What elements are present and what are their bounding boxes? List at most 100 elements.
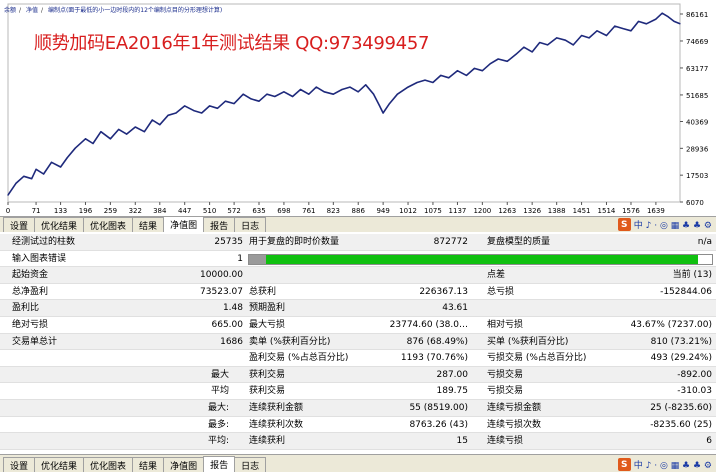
equity-point: [388, 102, 391, 105]
equity-point: [209, 105, 211, 107]
bottom-ime-logo-icon[interactable]: S: [617, 458, 631, 471]
tab-journal[interactable]: 日志: [234, 217, 267, 232]
report-label: 总获利: [249, 286, 277, 297]
x-tick-label: 447: [178, 207, 191, 215]
equity-point: [489, 63, 491, 65]
tab-results[interactable]: 结果: [132, 217, 165, 232]
report-value: 810 (73.21%): [650, 336, 712, 347]
y-tick-label: 74669: [686, 38, 708, 46]
x-tick-label: 949: [376, 207, 389, 215]
tab-equity-graph[interactable]: 净值图: [163, 216, 205, 232]
equity-point: [679, 23, 681, 25]
ime-toolbar: S 中 ♪ · ◎ ▦ ♣ ♣ ⚙: [617, 217, 716, 232]
bottom-tab-settings[interactable]: 设置: [3, 457, 36, 472]
report-label: 连续获利金额: [249, 403, 304, 413]
x-tick-label: 1388: [548, 207, 566, 215]
report-row: 最大 获利交易 287.00 亏损交易 -892.00: [0, 366, 716, 384]
equity-point: [216, 107, 219, 109]
bottom-tab-results[interactable]: 结果: [132, 457, 165, 472]
legend-item-note: 编制点(面于最低的小一边时段内的12个编制点目的分形理想计算): [47, 7, 223, 14]
equity-point: [283, 91, 285, 93]
equity-point: [341, 88, 343, 91]
report-row: 最多: 连续获利次数 8763.26 (43) 连续亏损次数 -8235.60 (25): [0, 417, 716, 434]
report-value: 1: [237, 253, 243, 264]
progress-fill: [266, 254, 699, 264]
report-label: 获利交易: [249, 369, 286, 380]
equity-point: [23, 175, 25, 177]
equity-point: [134, 126, 136, 128]
report-table: 经测试过的柱数 25735 用于复盘的即时价数量 872772 复盘模型的质量 n/a 输入…: [0, 234, 716, 452]
equity-point: [539, 41, 541, 44]
equity-point: [407, 86, 409, 88]
report-value: 226367.13: [419, 286, 468, 297]
equity-point: [396, 93, 398, 95]
equity-point: [299, 88, 302, 91]
report-value: 1686: [220, 336, 243, 347]
bottom-tab-report[interactable]: 报告: [203, 456, 236, 472]
equity-point: [242, 93, 244, 95]
x-tick-label: 1514: [598, 207, 616, 215]
y-tick-label: 40369: [686, 118, 708, 126]
y-tick-label: 17503: [686, 172, 708, 180]
tab-optimization-graph[interactable]: 优化图表: [83, 217, 134, 232]
tab-report[interactable]: 报告: [203, 217, 236, 232]
report-label: 起始资金: [12, 270, 49, 281]
equity-point: [572, 44, 574, 46]
equity-point: [673, 20, 675, 23]
report-value: 当前 (13): [672, 270, 712, 281]
equity-point: [661, 12, 663, 14]
equity-point: [92, 142, 94, 145]
report-value: 73523.07: [200, 286, 243, 297]
report-value: 872772: [433, 237, 468, 247]
report-value: -310.03: [677, 386, 712, 397]
report-value: 876 (68.49%): [406, 336, 468, 347]
x-tick-label: 635: [252, 207, 265, 215]
bottom-ime-status[interactable]: 中 ♪ · ◎ ▦ ♣ ♣ ⚙: [634, 458, 712, 471]
report-label: 获利交易: [249, 386, 286, 397]
ime-logo-icon[interactable]: S: [617, 218, 631, 231]
y-tick-label: 28936: [686, 145, 709, 153]
report-label: 连续获利: [249, 436, 286, 447]
equity-point: [266, 93, 268, 95]
equity-point: [588, 37, 590, 39]
equity-point: [308, 93, 310, 95]
report-label: 交易单总计: [12, 336, 58, 347]
equity-point: [546, 44, 549, 46]
tab-settings[interactable]: 设置: [3, 217, 36, 232]
report-value: 25735: [214, 237, 243, 247]
y-tick-label: 63177: [686, 65, 708, 73]
bottom-tab-optimization-results[interactable]: 优化结果: [34, 457, 85, 472]
equity-point: [274, 95, 276, 98]
x-tick-label: 0: [6, 207, 10, 215]
bottom-tab-journal[interactable]: 日志: [234, 457, 267, 472]
equity-point: [74, 147, 76, 149]
ime-status[interactable]: 中 ♪ · ◎ ▦ ♣ ♣ ⚙: [634, 218, 712, 231]
report-value: 493 (29.24%): [650, 353, 712, 364]
report-row: 绝对亏损 665.00 最大亏损 23774.60 (38.0… 相对亏损 43.67% …: [0, 317, 716, 334]
report-value: -8235.60 (25): [650, 419, 712, 430]
equity-point: [159, 124, 161, 126]
equity-point: [233, 102, 235, 105]
equity-point: [175, 112, 177, 114]
equity-point: [515, 53, 517, 55]
equity-point: [645, 23, 648, 25]
report-value: 43.61: [442, 303, 468, 314]
bottom-tab-optimization-graph[interactable]: 优化图表: [83, 457, 134, 472]
report-value: 6: [706, 436, 712, 447]
tab-optimization-results[interactable]: 优化结果: [34, 217, 85, 232]
report-value: 25 (-8235.60): [650, 403, 712, 413]
equity-point: [596, 30, 598, 32]
x-tick-label: 322: [129, 207, 142, 215]
equity-point: [630, 30, 632, 32]
bottom-tab-equity-graph[interactable]: 净值图: [163, 457, 205, 472]
report-row: 盈利比 1.48 预期盈利 43.61: [0, 300, 716, 317]
report-value: n/a: [697, 237, 712, 247]
report-value: 665.00: [211, 320, 244, 330]
equity-point: [323, 91, 325, 93]
report-value: [380, 267, 468, 284]
report-value: 8763.26 (43): [409, 419, 468, 430]
x-tick-label: 1639: [647, 207, 665, 215]
equity-point: [556, 37, 558, 39]
legend-item-equity: 净值: [25, 7, 38, 14]
equity-point: [35, 168, 37, 170]
